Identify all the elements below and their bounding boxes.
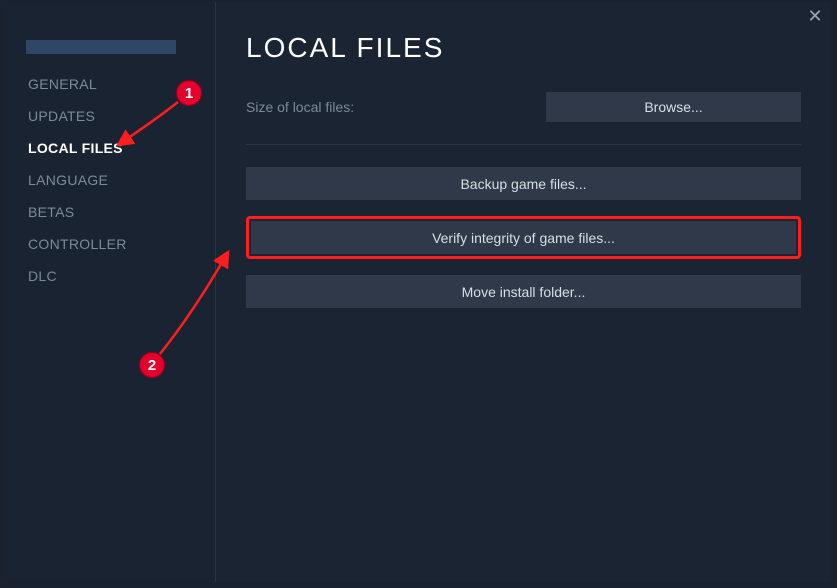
sidebar-header-bar <box>26 40 176 54</box>
move-folder-button[interactable]: Move install folder... <box>246 275 801 308</box>
sidebar-item-betas[interactable]: BETAS <box>6 196 215 228</box>
annotation-badge-2: 2 <box>139 352 165 378</box>
divider <box>246 144 801 145</box>
annotation-highlight: Verify integrity of game files... <box>246 216 801 259</box>
sidebar-item-local-files[interactable]: LOCAL FILES <box>6 132 215 164</box>
sidebar-item-controller[interactable]: CONTROLLER <box>6 228 215 260</box>
close-icon[interactable]: ✕ <box>807 8 823 24</box>
verify-integrity-button[interactable]: Verify integrity of game files... <box>251 221 796 254</box>
backup-button[interactable]: Backup game files... <box>246 167 801 200</box>
size-value <box>362 100 432 114</box>
sidebar-item-language[interactable]: LANGUAGE <box>6 164 215 196</box>
sidebar-item-dlc[interactable]: DLC <box>6 260 215 292</box>
properties-window: ✕ GENERAL UPDATES LOCAL FILES LANGUAGE B… <box>6 2 831 582</box>
browse-button[interactable]: Browse... <box>546 92 801 122</box>
size-row: Size of local files: Browse... <box>246 92 801 122</box>
size-label: Size of local files: <box>246 99 354 115</box>
main-panel: LOCAL FILES Size of local files: Browse.… <box>216 2 831 582</box>
annotation-badge-1: 1 <box>176 80 202 106</box>
page-title: LOCAL FILES <box>246 32 801 64</box>
